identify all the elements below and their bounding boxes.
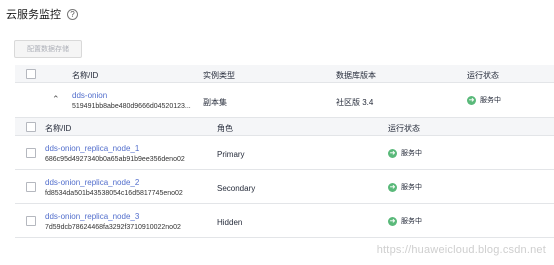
status-ok-icon: ➜ bbox=[467, 95, 476, 105]
node-row: dds-onion_replica_node_3 7d59dcb78624468… bbox=[15, 205, 554, 238]
instance-status: ➜ 服务中 bbox=[467, 95, 501, 105]
node-checkbox[interactable] bbox=[26, 182, 36, 192]
col-name-id: 名称/ID bbox=[72, 71, 99, 80]
node-row: dds-onion_replica_node_2 fd8534da501b435… bbox=[15, 171, 554, 204]
db-version-value: 社区版 3.4 bbox=[336, 98, 374, 107]
status-ok-icon: ➜ bbox=[388, 148, 397, 158]
status-text: 服务中 bbox=[401, 150, 422, 157]
config-storage-button[interactable]: 配置数据存储 bbox=[14, 40, 82, 58]
watermark: https://huaweicloud.blog.csdn.net bbox=[376, 244, 546, 256]
col-db-version: 数据库版本 bbox=[336, 71, 376, 80]
node-row: dds-onion_replica_node_1 686c95d4927340b… bbox=[15, 137, 554, 170]
status-text: 服务中 bbox=[401, 218, 422, 225]
node-name-link[interactable]: dds-onion_replica_node_2 bbox=[45, 178, 139, 187]
instance-id: 519491bb8abe480d9666d04520123... bbox=[72, 103, 191, 110]
node-status: ➜ 服务中 bbox=[388, 148, 422, 158]
collapse-chevron-icon[interactable]: ⌃ bbox=[52, 94, 60, 105]
status-ok-icon: ➜ bbox=[388, 216, 397, 226]
col-role: 角色 bbox=[217, 124, 233, 133]
node-id: 7d59dcb78624468fa3292f3710910022no02 bbox=[45, 224, 181, 231]
col-node-name-id: 名称/ID bbox=[45, 124, 72, 133]
node-role: Primary bbox=[217, 150, 245, 159]
select-all-checkbox[interactable] bbox=[26, 69, 36, 79]
node-checkbox[interactable] bbox=[26, 148, 36, 158]
node-status: ➜ 服务中 bbox=[388, 216, 422, 226]
status-text: 服务中 bbox=[480, 97, 501, 104]
status-text: 服务中 bbox=[401, 184, 422, 191]
node-id: 686c95d4927340b0a65ab91b9ee356deno02 bbox=[45, 156, 185, 163]
instance-name-link[interactable]: dds-onion bbox=[72, 91, 107, 100]
node-role: Secondary bbox=[217, 184, 256, 193]
node-role: Hidden bbox=[217, 218, 243, 227]
instance-table-header: 名称/ID 实例类型 数据库版本 运行状态 bbox=[15, 65, 554, 83]
instance-row: ⌃ dds-onion 519491bb8abe480d9666d0452012… bbox=[15, 84, 554, 118]
select-all-nodes-checkbox[interactable] bbox=[26, 122, 36, 132]
help-icon[interactable]: ? bbox=[67, 8, 78, 20]
node-name-link[interactable]: dds-onion_replica_node_1 bbox=[45, 144, 139, 153]
node-status: ➜ 服务中 bbox=[388, 182, 422, 192]
col-instance-type: 实例类型 bbox=[203, 71, 235, 80]
node-name-link[interactable]: dds-onion_replica_node_3 bbox=[45, 212, 139, 221]
node-table-header: 名称/ID 角色 运行状态 bbox=[15, 118, 554, 136]
page-title: 云服务监控 bbox=[6, 9, 61, 21]
node-checkbox[interactable] bbox=[26, 216, 36, 226]
page-title-bar: 云服务监控 ? bbox=[6, 6, 78, 22]
instance-type-value: 副本集 bbox=[203, 98, 227, 107]
status-ok-icon: ➜ bbox=[388, 182, 397, 192]
col-node-run-status: 运行状态 bbox=[388, 124, 420, 133]
col-run-status: 运行状态 bbox=[467, 71, 499, 80]
node-id: fd8534da501b43538054c16d5817745eno02 bbox=[45, 190, 183, 197]
